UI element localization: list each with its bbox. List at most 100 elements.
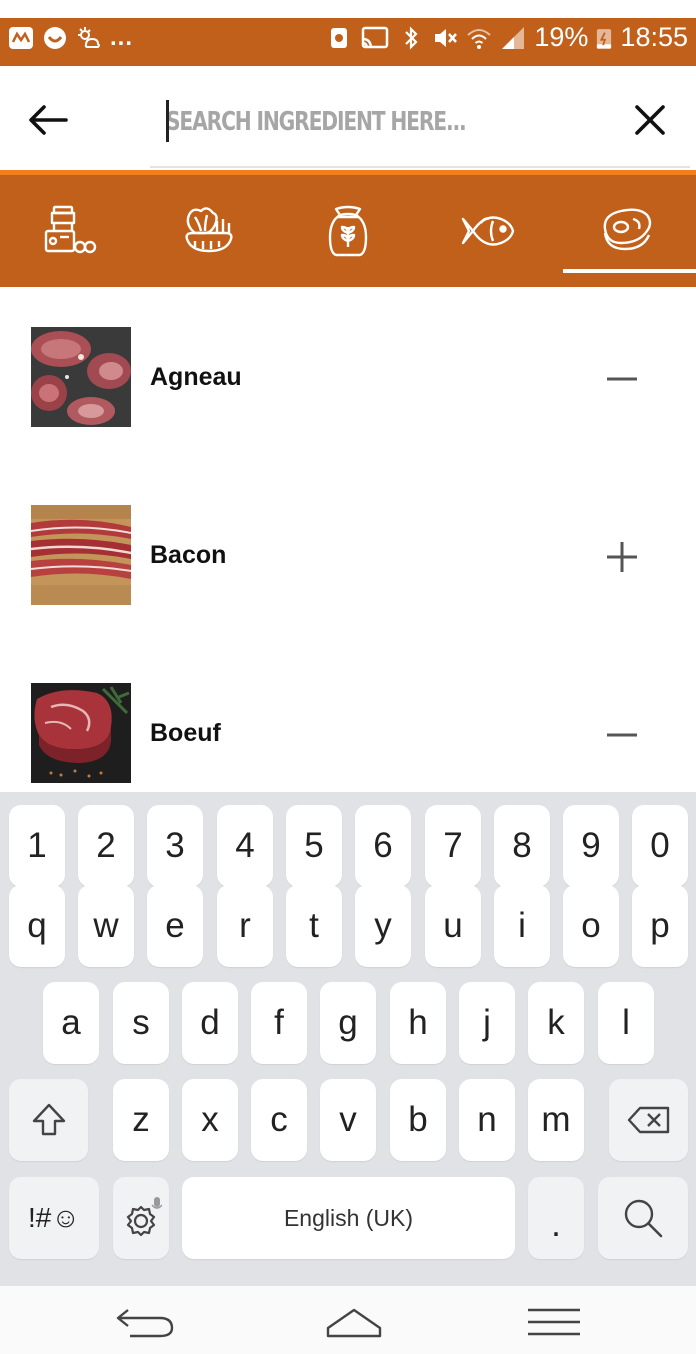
app-icon bbox=[9, 27, 33, 49]
back-arrow-icon[interactable] bbox=[26, 102, 70, 138]
category-tabs bbox=[0, 170, 696, 287]
key-s[interactable]: s bbox=[113, 982, 169, 1064]
shift-icon bbox=[32, 1103, 65, 1136]
key-y[interactable]: y bbox=[355, 885, 411, 967]
tab-selected-indicator bbox=[563, 269, 696, 273]
tab-grains[interactable] bbox=[278, 175, 417, 287]
key-b[interactable]: b bbox=[390, 1079, 446, 1161]
key-v[interactable]: v bbox=[320, 1079, 376, 1161]
ingredient-name: Boeuf bbox=[150, 719, 221, 747]
search-key[interactable] bbox=[598, 1177, 688, 1259]
bluetooth-icon bbox=[405, 25, 418, 50]
key-c[interactable]: c bbox=[251, 1079, 307, 1161]
search-bar bbox=[0, 66, 696, 170]
key-x[interactable]: x bbox=[182, 1079, 238, 1161]
key-j[interactable]: j bbox=[459, 982, 515, 1064]
settings-key[interactable] bbox=[113, 1177, 169, 1259]
nav-home-button[interactable] bbox=[322, 1302, 386, 1342]
shift-key[interactable] bbox=[9, 1079, 88, 1161]
list-item[interactable]: Boeuf bbox=[0, 643, 696, 792]
minus-icon[interactable] bbox=[602, 359, 642, 399]
chat-icon bbox=[44, 27, 66, 49]
tab-vegetables[interactable] bbox=[139, 175, 278, 287]
cast-icon bbox=[362, 26, 389, 48]
key-r[interactable]: r bbox=[217, 885, 273, 967]
key-h[interactable]: h bbox=[390, 982, 446, 1064]
menu-icon bbox=[528, 1308, 580, 1336]
key-8[interactable]: 8 bbox=[494, 805, 550, 887]
flour-sack-icon bbox=[328, 205, 367, 257]
ingredient-thumbnail bbox=[31, 505, 131, 605]
key-1[interactable]: 1 bbox=[9, 805, 65, 887]
ingredient-thumbnail bbox=[31, 327, 131, 427]
fish-icon bbox=[461, 216, 514, 246]
soft-keyboard: 1 2 3 4 5 6 7 8 9 0 q w e r t y u i o p … bbox=[0, 792, 696, 1286]
key-d[interactable]: d bbox=[182, 982, 238, 1064]
key-g[interactable]: g bbox=[320, 982, 376, 1064]
tab-pantry[interactable] bbox=[0, 175, 139, 287]
key-i[interactable]: i bbox=[494, 885, 550, 967]
bacon-image bbox=[31, 505, 131, 605]
key-p[interactable]: p bbox=[632, 885, 688, 967]
wifi-icon bbox=[467, 28, 492, 49]
backspace-icon bbox=[627, 1106, 669, 1134]
backspace-key[interactable] bbox=[609, 1079, 688, 1161]
key-o[interactable]: o bbox=[563, 885, 619, 967]
symbols-key[interactable]: !#☺ bbox=[9, 1177, 99, 1259]
key-5[interactable]: 5 bbox=[286, 805, 342, 887]
ingredient-thumbnail bbox=[31, 683, 131, 783]
signal-icon bbox=[502, 26, 525, 49]
key-a[interactable]: a bbox=[43, 982, 99, 1064]
key-3[interactable]: 3 bbox=[147, 805, 203, 887]
key-0[interactable]: 0 bbox=[632, 805, 688, 887]
plus-icon[interactable] bbox=[602, 537, 642, 577]
minus-icon[interactable] bbox=[602, 715, 642, 755]
lamb-image bbox=[31, 327, 131, 427]
key-q[interactable]: q bbox=[9, 885, 65, 967]
key-k[interactable]: k bbox=[528, 982, 584, 1064]
search-input[interactable] bbox=[166, 102, 510, 142]
key-n[interactable]: n bbox=[459, 1079, 515, 1161]
key-w[interactable]: w bbox=[78, 885, 134, 967]
key-e[interactable]: e bbox=[147, 885, 203, 967]
list-item[interactable]: Agneau bbox=[0, 287, 696, 465]
key-u[interactable]: u bbox=[425, 885, 481, 967]
status-bar: ... 19% 18:55 bbox=[0, 0, 696, 66]
list-item[interactable]: Bacon bbox=[0, 465, 696, 643]
text-caret bbox=[166, 100, 169, 142]
pantry-icon bbox=[44, 205, 96, 254]
period-key[interactable]: . bbox=[528, 1177, 584, 1259]
key-t[interactable]: t bbox=[286, 885, 342, 967]
search-field[interactable] bbox=[150, 88, 690, 168]
home-icon bbox=[326, 1308, 382, 1338]
tab-fish[interactable] bbox=[417, 175, 556, 287]
key-z[interactable]: z bbox=[113, 1079, 169, 1161]
nav-menu-button[interactable] bbox=[522, 1302, 586, 1342]
meat-icon bbox=[603, 208, 651, 251]
key-2[interactable]: 2 bbox=[78, 805, 134, 887]
ingredient-name: Bacon bbox=[150, 541, 227, 569]
back-icon bbox=[116, 1309, 174, 1338]
gear-icon bbox=[126, 1197, 162, 1237]
key-9[interactable]: 9 bbox=[563, 805, 619, 887]
battery-icon bbox=[597, 28, 612, 49]
key-l[interactable]: l bbox=[598, 982, 654, 1064]
beef-image bbox=[31, 683, 131, 783]
navigation-bar bbox=[0, 1286, 696, 1354]
space-key[interactable]: English (UK) bbox=[182, 1177, 515, 1259]
status-overflow: ... bbox=[110, 24, 134, 51]
weather-icon bbox=[78, 27, 100, 48]
nfc-icon bbox=[331, 27, 348, 48]
key-m[interactable]: m bbox=[528, 1079, 584, 1161]
key-6[interactable]: 6 bbox=[355, 805, 411, 887]
close-icon[interactable] bbox=[632, 102, 668, 138]
ingredient-name: Agneau bbox=[150, 363, 242, 391]
mute-icon bbox=[435, 28, 458, 47]
nav-back-button[interactable] bbox=[114, 1302, 178, 1342]
status-time: 18:55 bbox=[620, 22, 688, 52]
search-icon bbox=[624, 1199, 663, 1238]
key-f[interactable]: f bbox=[251, 982, 307, 1064]
vegetables-icon bbox=[184, 207, 233, 253]
key-7[interactable]: 7 bbox=[425, 805, 481, 887]
key-4[interactable]: 4 bbox=[217, 805, 273, 887]
